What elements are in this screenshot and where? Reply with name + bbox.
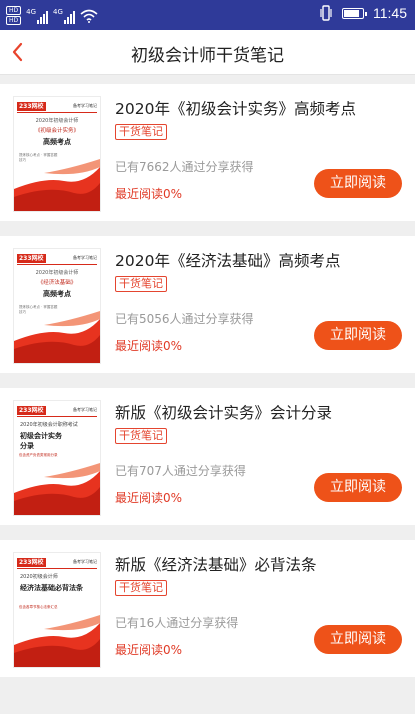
cover-line2: 《经济法基础》 [37,280,77,286]
page-title: 初级会计师干货笔记 [131,46,284,66]
cover-series: 备考学习笔记 [73,103,97,108]
read-now-button[interactable]: 立即阅读 [314,169,402,198]
cover-line1: 2020年初级会计师 [35,118,79,124]
book-title[interactable]: 新版《经济法基础》必背法条 [115,554,403,576]
reading-progress: 最近阅读0% [115,491,183,505]
book-info: 新版《初级会计实务》会计分录 干货笔记 [115,402,403,444]
cover-line2: 《初级会计实务》 [34,128,79,134]
reader-count: 已有5056人通过分享获得 [115,312,254,326]
vibrate-icon [320,5,332,21]
reader-count: 已有7662人通过分享获得 [115,160,254,174]
book-cover[interactable]: 233网校 备考学习笔记 2020年初级会计职称考试 初级会计实务 分录 包含资… [14,401,100,515]
cover-note: 包含资产负债类常用分录 [19,453,58,457]
book-tag: 干货笔记 [115,428,167,444]
cover-header: 233网校 备考学习笔记 [17,405,97,415]
book-tag: 干货笔记 [115,580,167,596]
book-title[interactable]: 新版《初级会计实务》会计分录 [115,402,403,424]
reading-progress: 最近阅读0% [115,339,183,353]
cover-header: 233网校 备考学习笔记 [17,557,97,567]
cover-line2: 经济法基础必背法条 [20,584,83,592]
cover-line3: 高频考点 [43,138,71,146]
sim-indicators: HD HD [6,6,22,25]
cover-divider [17,568,97,569]
reading-progress: 最近阅读0% [115,643,183,657]
book-info: 2020年《初级会计实务》高频考点 干货笔记 [115,98,403,140]
cover-line1: 2020年初级会计师 [35,270,79,276]
cover-divider [17,112,97,113]
book-title[interactable]: 2020年《初级会计实务》高频考点 [115,98,403,120]
read-now-button[interactable]: 立即阅读 [314,473,402,502]
reader-count: 已有707人通过分享获得 [115,464,246,478]
sim1-label: HD [6,6,22,15]
book-info: 2020年《经济法基础》高频考点 干货笔记 [115,250,403,292]
read-now-button[interactable]: 立即阅读 [314,321,402,350]
book-list: 233网校 备考学习笔记 2020年初级会计师 《初级会计实务》 高频考点 提炼… [0,76,415,692]
signal-icon: 4G [26,7,49,24]
cover-line3: 分录 [20,442,34,450]
cover-logo: 233网校 [17,253,46,263]
cover-line1: 2020初级会计师 [20,574,58,580]
cover-series: 备考学习笔记 [73,255,97,260]
cover-header: 233网校 备考学习笔记 [17,253,97,263]
cover-wave-graphic [14,311,100,363]
cover-logo: 233网校 [17,101,46,111]
cover-logo: 233网校 [17,557,46,567]
book-card[interactable]: 233网校 备考学习笔记 2020年初级会计师 《初级会计实务》 高频考点 提炼… [0,84,415,221]
battery-level [344,9,360,17]
status-bar: HD HD 4G 4G 11:45 [0,0,415,30]
status-left-group: HD HD 4G 4G [6,6,98,25]
signal-icon-2: 4G [53,8,75,24]
cover-wave-graphic [14,615,100,667]
book-cover[interactable]: 233网校 备考学习笔记 2020年初级会计师 《初级会计实务》 高频考点 提炼… [14,97,100,211]
cover-logo: 233网校 [17,405,46,415]
cover-series: 备考学习笔记 [73,407,97,412]
battery-icon [342,7,367,19]
wifi-icon [80,9,98,23]
cover-wave-graphic [14,463,100,515]
clock: 11:45 [373,5,407,21]
book-tag: 干货笔记 [115,276,167,292]
book-title[interactable]: 2020年《经济法基础》高频考点 [115,250,403,272]
cover-line1: 2020年初级会计职称考试 [20,422,78,428]
book-cover[interactable]: 233网校 备考学习笔记 2020初级会计师 经济法基础必背法条 包含各章节核心… [14,553,100,667]
network1-label: 4G [26,7,37,16]
book-cover[interactable]: 233网校 备考学习笔记 2020年初级会计师 《经济法基础》 高频考点 提炼核… [14,249,100,363]
sim2-label: HD [6,16,22,25]
reading-progress: 最近阅读0% [115,187,183,201]
book-card[interactable]: 233网校 备考学习笔记 2020年初级会计师 《经济法基础》 高频考点 提炼核… [0,236,415,373]
cover-header: 233网校 备考学习笔记 [17,101,97,111]
status-right-group: 11:45 [319,5,407,21]
network2-label: 4G [53,7,63,16]
reader-count: 已有16人通过分享获得 [115,616,239,630]
cover-line2: 初级会计实务 [20,432,62,440]
book-card[interactable]: 233网校 备考学习笔记 2020年初级会计职称考试 初级会计实务 分录 包含资… [0,388,415,525]
book-info: 新版《经济法基础》必背法条 干货笔记 [115,554,403,596]
cover-note: 包含各章节核心法条汇总 [19,605,58,609]
cover-series: 备考学习笔记 [73,559,97,564]
app-header: 初级会计师干货笔记 [0,30,415,75]
cover-line3: 高频考点 [43,290,71,298]
cover-wave-graphic [14,159,100,211]
read-now-button[interactable]: 立即阅读 [314,625,402,654]
book-card[interactable]: 233网校 备考学习笔记 2020初级会计师 经济法基础必背法条 包含各章节核心… [0,540,415,677]
cover-divider [17,416,97,417]
cover-divider [17,264,97,265]
book-tag: 干货笔记 [115,124,167,140]
